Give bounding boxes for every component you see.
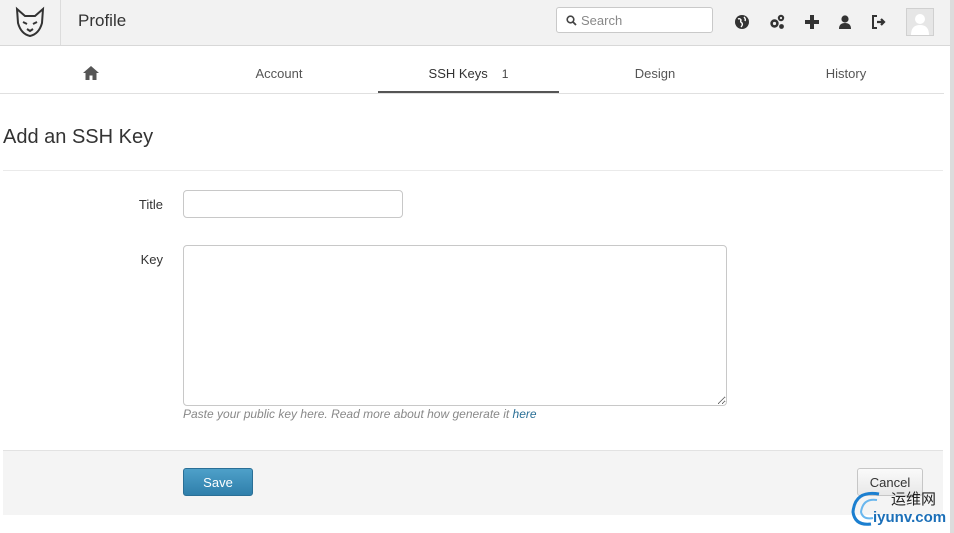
title-field[interactable] [183, 190, 403, 218]
user-icon[interactable] [836, 13, 854, 31]
watermark-url: iyunv.com [873, 509, 947, 526]
tab-account[interactable]: Account [188, 46, 370, 92]
globe-icon[interactable] [733, 13, 751, 31]
form-actions: Save Cancel [3, 450, 943, 515]
tab-ssh-keys-label: SSH Keys [428, 66, 488, 81]
search-input[interactable] [581, 11, 706, 29]
search-icon [566, 15, 577, 26]
app-title: Profile [78, 11, 127, 30]
tab-design[interactable]: Design [565, 46, 745, 92]
save-button[interactable]: Save [183, 468, 253, 496]
tab-design-label: Design [634, 66, 676, 81]
key-hint-text: Paste your public key here. Read more ab… [183, 407, 513, 421]
tab-home[interactable] [0, 46, 182, 92]
title-label: Title [138, 197, 163, 212]
profile-tabs: Account SSH Keys 1 Design History [0, 46, 944, 94]
home-icon [83, 66, 99, 80]
window-right-edge [950, 0, 954, 533]
fox-logo-icon [15, 6, 45, 38]
admin-gears-icon[interactable] [768, 13, 786, 31]
watermark: 运维网 iyunv.com [849, 486, 953, 530]
search-box[interactable] [556, 7, 713, 33]
tab-history-label: History [825, 66, 867, 81]
tab-history[interactable]: History [752, 46, 940, 92]
ssh-keys-count-badge: 1 [501, 67, 509, 81]
key-hint-link[interactable]: here [513, 407, 537, 421]
logout-icon[interactable] [870, 13, 888, 31]
key-hint: Paste your public key here. Read more ab… [183, 407, 537, 421]
plus-icon[interactable] [803, 13, 821, 31]
key-label: Key [140, 252, 163, 267]
tab-ssh-keys[interactable]: SSH Keys 1 [378, 46, 559, 93]
heading-divider [3, 170, 943, 171]
key-textarea[interactable] [183, 245, 727, 406]
page-title: Add an SSH Key [3, 126, 154, 148]
top-navbar: Profile [0, 0, 950, 46]
default-avatar-icon [911, 14, 929, 35]
tab-account-label: Account [255, 66, 303, 81]
watermark-cn: 运维网 [891, 490, 937, 508]
avatar[interactable] [906, 8, 934, 36]
gitlab-logo[interactable] [0, 0, 61, 45]
